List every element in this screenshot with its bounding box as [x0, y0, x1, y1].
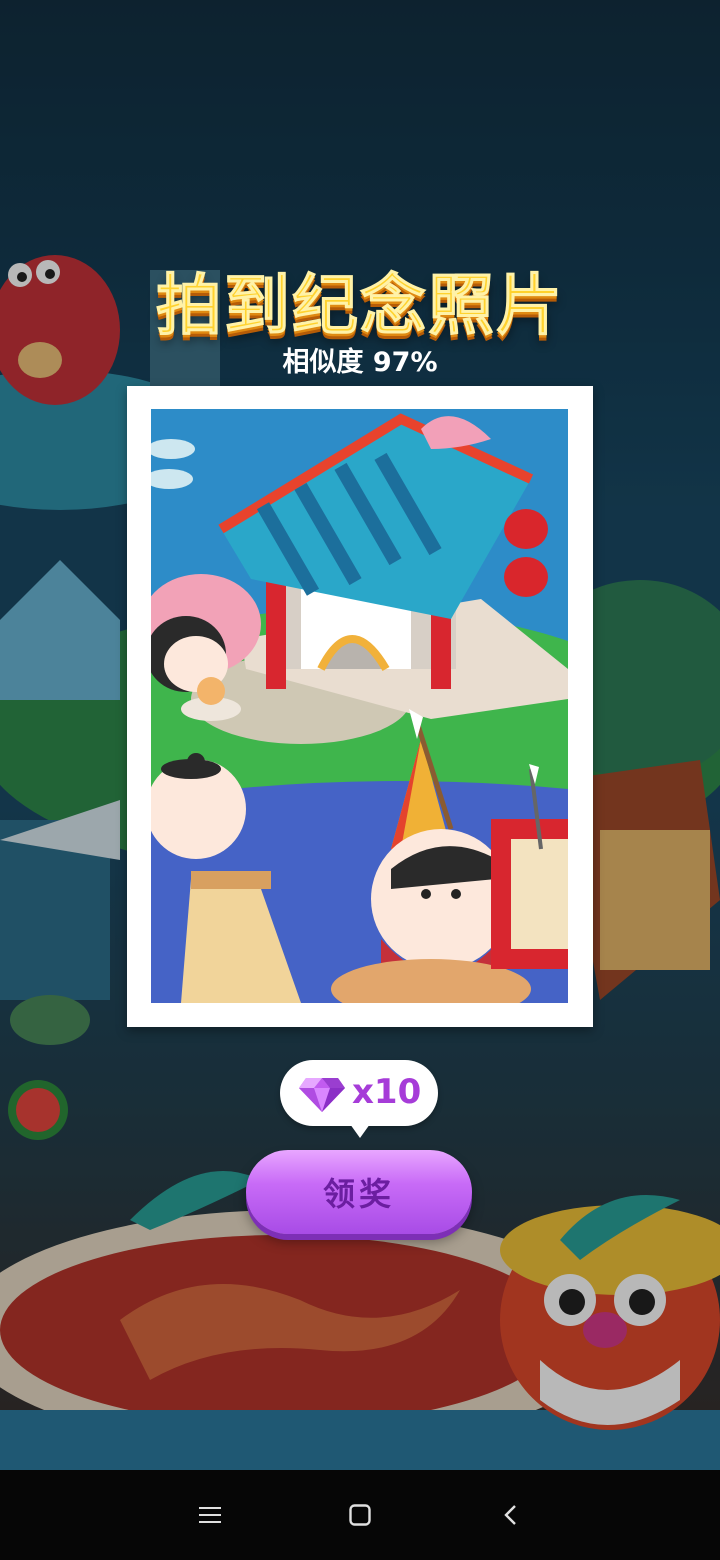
claim-reward-button[interactable]: 领奖 [246, 1150, 472, 1234]
souvenir-photo-frame [127, 386, 593, 1027]
title-text: 拍到纪念照片 [156, 267, 564, 345]
claim-reward-label: 领奖 [322, 1175, 395, 1213]
reward-bubble: x10 [280, 1060, 438, 1138]
home-button[interactable] [340, 1498, 380, 1532]
souvenir-photo [151, 409, 568, 1003]
back-button[interactable] [490, 1498, 530, 1532]
system-navigation-bar [0, 1470, 720, 1560]
menu-icon [199, 1507, 221, 1523]
back-chevron-icon [504, 1505, 516, 1525]
similarity-text: 相似度 97% [282, 347, 438, 378]
home-square-icon [349, 1504, 371, 1526]
reward-count: x10 [352, 1072, 422, 1112]
photo-illustration [151, 409, 568, 1003]
menu-button[interactable] [190, 1498, 230, 1532]
diamond-gem-icon [299, 1078, 345, 1112]
